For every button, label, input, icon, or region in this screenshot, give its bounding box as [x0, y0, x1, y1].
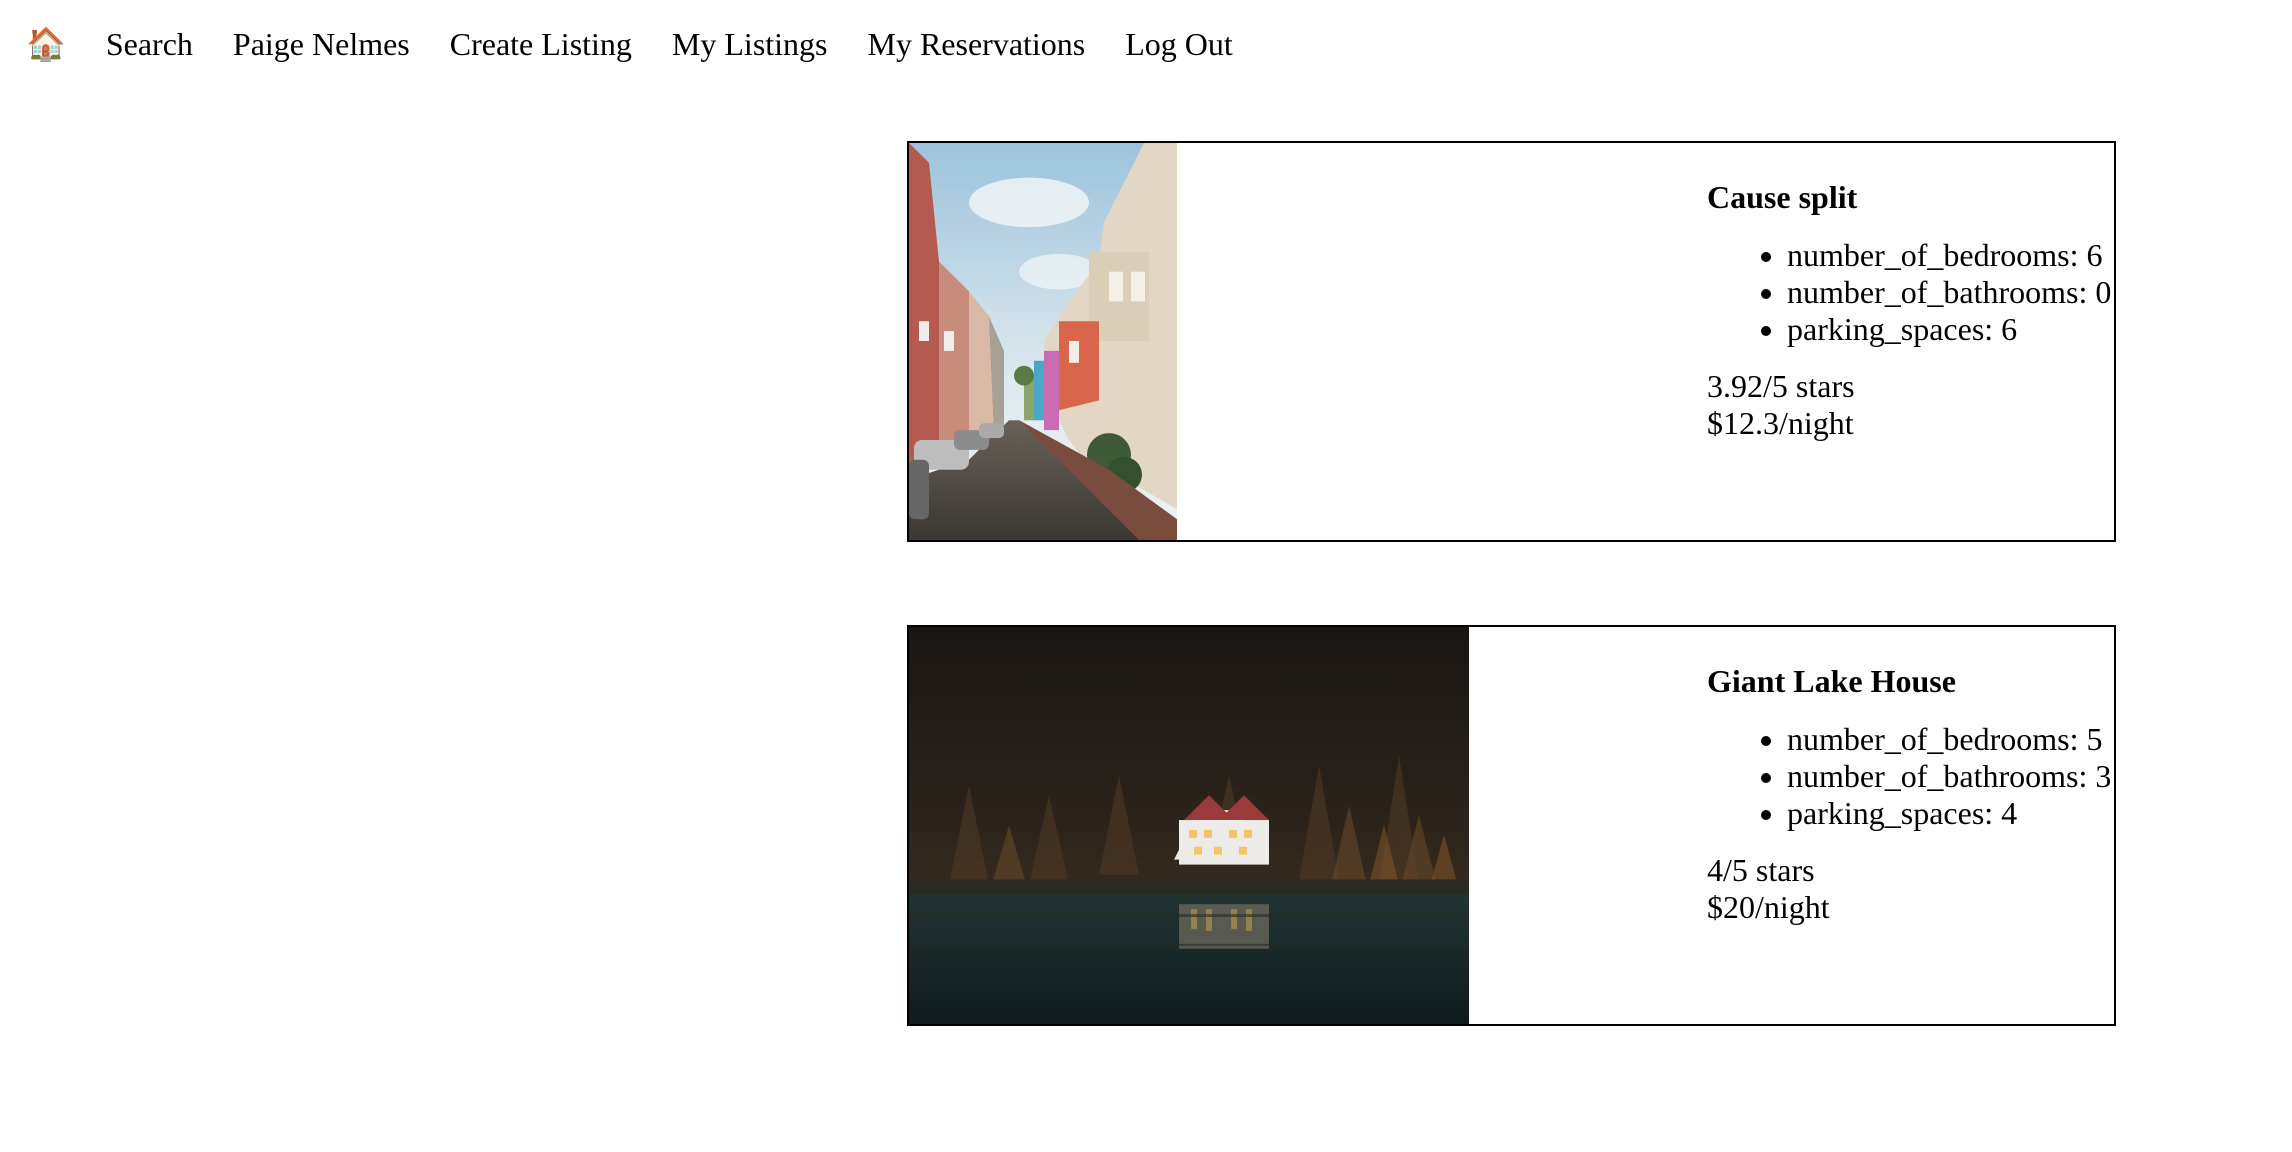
nav-log-out[interactable]: Log Out [1125, 24, 1233, 64]
top-nav: 🏠 Search Paige Nelmes Create Listing My … [26, 24, 1233, 64]
nav-search[interactable]: Search [106, 24, 193, 64]
listing-image [909, 627, 1469, 1024]
listing-title[interactable]: Giant Lake House [1707, 661, 2114, 701]
nav-create-listing[interactable]: Create Listing [450, 24, 632, 64]
feature-bathrooms: number_of_bathrooms: 3 [1787, 758, 2114, 795]
feature-parking: parking_spaces: 6 [1787, 311, 2114, 348]
listing-price: $20/night [1707, 889, 1830, 925]
listing-info: Cause split number_of_bedrooms: 6 number… [1707, 177, 2114, 442]
feature-bedrooms: number_of_bedrooms: 5 [1787, 721, 2114, 758]
listing-title[interactable]: Cause split [1707, 177, 2114, 217]
listing-rating: 3.92/5 stars [1707, 368, 1855, 404]
nav-my-listings[interactable]: My Listings [672, 24, 828, 64]
listing-card[interactable]: Giant Lake House number_of_bedrooms: 5 n… [907, 625, 2116, 1026]
listing-rating: 4/5 stars [1707, 852, 1815, 888]
listing-features: number_of_bedrooms: 6 number_of_bathroom… [1707, 237, 2114, 348]
feature-parking: parking_spaces: 4 [1787, 795, 2114, 832]
listing-image [909, 143, 1177, 540]
listing-card[interactable]: Cause split number_of_bedrooms: 6 number… [907, 141, 2116, 542]
feature-bathrooms: number_of_bathrooms: 0 [1787, 274, 2114, 311]
nav-user-name[interactable]: Paige Nelmes [233, 24, 410, 64]
house-icon[interactable]: 🏠 [26, 24, 66, 64]
feature-bedrooms: number_of_bedrooms: 6 [1787, 237, 2114, 274]
listing-info: Giant Lake House number_of_bedrooms: 5 n… [1707, 661, 2114, 926]
listing-price: $12.3/night [1707, 405, 1854, 441]
listing-features: number_of_bedrooms: 5 number_of_bathroom… [1707, 721, 2114, 832]
nav-my-reservations[interactable]: My Reservations [868, 24, 1086, 64]
